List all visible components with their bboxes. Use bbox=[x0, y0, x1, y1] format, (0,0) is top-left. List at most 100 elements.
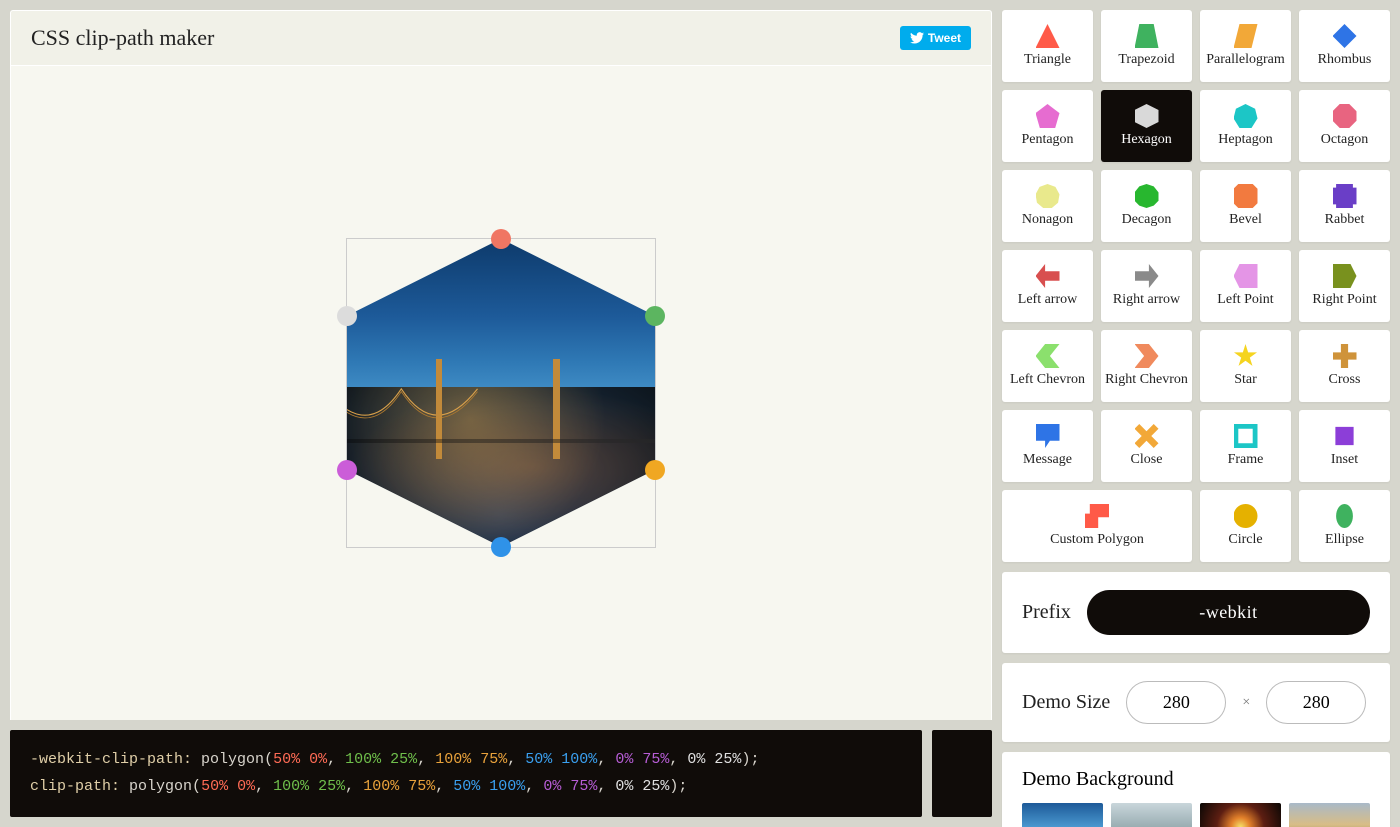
shape-left-point[interactable]: Left Point bbox=[1200, 250, 1291, 322]
shape-hexagon[interactable]: Hexagon bbox=[1101, 90, 1192, 162]
shape-label: Ellipse bbox=[1325, 532, 1364, 548]
shape-label: Heptagon bbox=[1218, 132, 1272, 148]
shape-message[interactable]: Message bbox=[1002, 410, 1093, 482]
demo-height-input[interactable] bbox=[1266, 681, 1366, 724]
shape-heptagon[interactable]: Heptagon bbox=[1200, 90, 1291, 162]
shape-pentagon[interactable]: Pentagon bbox=[1002, 90, 1093, 162]
shape-preview-icon bbox=[1036, 264, 1060, 288]
page-title: CSS clip-path maker bbox=[31, 25, 214, 51]
shape-rhombus[interactable]: Rhombus bbox=[1299, 10, 1390, 82]
shape-label: Parallelogram bbox=[1206, 52, 1285, 68]
shape-frame[interactable]: Frame bbox=[1200, 410, 1291, 482]
demo-width-input[interactable] bbox=[1126, 681, 1226, 724]
shape-label: Left Chevron bbox=[1010, 372, 1085, 388]
shape-preview-icon bbox=[1135, 264, 1159, 288]
shape-label: Frame bbox=[1228, 452, 1264, 468]
bg-thumbs bbox=[1022, 803, 1370, 827]
shape-preview-icon bbox=[1234, 24, 1258, 48]
shape-preview-icon bbox=[1333, 504, 1357, 528]
shape-preview-icon bbox=[1036, 424, 1060, 448]
demo-background-panel: Demo Background bbox=[1002, 752, 1390, 827]
code-line-prefixed: -webkit-clip-path: polygon(50% 0%, 100% … bbox=[30, 746, 902, 774]
shape-right-chevron[interactable]: Right Chevron bbox=[1101, 330, 1192, 402]
canvas-area[interactable] bbox=[10, 66, 992, 720]
shape-grid: Triangle Trapezoid Parallelogram Rhombus Pen… bbox=[1002, 10, 1390, 562]
shape-close[interactable]: Close bbox=[1101, 410, 1192, 482]
shape-decagon[interactable]: Decagon bbox=[1101, 170, 1192, 242]
shape-label: Right Chevron bbox=[1105, 372, 1188, 388]
shape-label: Nonagon bbox=[1022, 212, 1073, 228]
shape-label: Circle bbox=[1228, 532, 1262, 548]
shape-star[interactable]: Star bbox=[1200, 330, 1291, 402]
shape-label: Pentagon bbox=[1021, 132, 1073, 148]
shape-ellipse[interactable]: Ellipse bbox=[1299, 490, 1390, 562]
shape-label: Hexagon bbox=[1121, 132, 1172, 148]
shape-preview-icon bbox=[1036, 184, 1060, 208]
clip-box bbox=[346, 238, 656, 548]
shape-label: Custom Polygon bbox=[1050, 532, 1144, 548]
shape-preview-icon bbox=[1234, 504, 1258, 528]
shape-label: Right arrow bbox=[1113, 292, 1180, 308]
shape-preview-icon bbox=[1135, 24, 1159, 48]
shape-preview-icon bbox=[1036, 104, 1060, 128]
shape-label: Trapezoid bbox=[1118, 52, 1174, 68]
code-output[interactable]: -webkit-clip-path: polygon(50% 0%, 100% … bbox=[10, 730, 922, 818]
shape-custom-polygon[interactable]: Custom Polygon bbox=[1002, 490, 1192, 562]
shape-preview-icon bbox=[1234, 184, 1258, 208]
demo-size-panel: Demo Size × bbox=[1002, 663, 1390, 742]
shape-right-point[interactable]: Right Point bbox=[1299, 250, 1390, 322]
shape-circle[interactable]: Circle bbox=[1200, 490, 1291, 562]
prefix-label: Prefix bbox=[1022, 601, 1071, 624]
clip-handle-3[interactable] bbox=[491, 537, 511, 557]
shape-label: Octagon bbox=[1321, 132, 1368, 148]
shape-cross[interactable]: Cross bbox=[1299, 330, 1390, 402]
shape-label: Message bbox=[1023, 452, 1072, 468]
size-separator: × bbox=[1242, 695, 1250, 711]
clip-handle-2[interactable] bbox=[645, 460, 665, 480]
clip-handle-0[interactable] bbox=[491, 229, 511, 249]
shape-label: Star bbox=[1234, 372, 1257, 388]
shape-label: Left Point bbox=[1217, 292, 1273, 308]
shape-label: Cross bbox=[1329, 372, 1361, 388]
code-side-panel[interactable] bbox=[932, 730, 992, 818]
shape-preview-icon bbox=[1234, 344, 1258, 368]
twitter-icon bbox=[910, 32, 924, 44]
prefix-toggle[interactable]: -webkit bbox=[1087, 590, 1370, 635]
shape-inset[interactable]: Inset bbox=[1299, 410, 1390, 482]
clip-handle-4[interactable] bbox=[337, 460, 357, 480]
shape-left-chevron[interactable]: Left Chevron bbox=[1002, 330, 1093, 402]
shape-parallelogram[interactable]: Parallelogram bbox=[1200, 10, 1291, 82]
shape-preview-icon bbox=[1234, 104, 1258, 128]
shape-preview-icon bbox=[1135, 344, 1159, 368]
bg-thumb-0[interactable] bbox=[1022, 803, 1103, 827]
shape-preview-icon bbox=[1036, 344, 1060, 368]
shape-left-arrow[interactable]: Left arrow bbox=[1002, 250, 1093, 322]
shape-label: Rabbet bbox=[1325, 212, 1365, 228]
shape-label: Close bbox=[1131, 452, 1163, 468]
bg-thumb-1[interactable] bbox=[1111, 803, 1192, 827]
shape-preview-icon bbox=[1085, 504, 1109, 528]
clip-handle-1[interactable] bbox=[645, 306, 665, 326]
shape-preview-icon bbox=[1333, 424, 1357, 448]
shape-trapezoid[interactable]: Trapezoid bbox=[1101, 10, 1192, 82]
shape-octagon[interactable]: Octagon bbox=[1299, 90, 1390, 162]
shape-label: Triangle bbox=[1024, 52, 1071, 68]
prefix-panel: Prefix -webkit bbox=[1002, 572, 1390, 653]
shape-preview-icon bbox=[1036, 24, 1060, 48]
clip-handle-5[interactable] bbox=[337, 306, 357, 326]
shape-preview-icon bbox=[1333, 344, 1357, 368]
bg-thumb-3[interactable] bbox=[1289, 803, 1370, 827]
bg-thumb-2[interactable] bbox=[1200, 803, 1281, 827]
shape-preview-icon bbox=[1333, 184, 1357, 208]
shape-preview-icon bbox=[1135, 104, 1159, 128]
shape-bevel[interactable]: Bevel bbox=[1200, 170, 1291, 242]
shape-rabbet[interactable]: Rabbet bbox=[1299, 170, 1390, 242]
shape-nonagon[interactable]: Nonagon bbox=[1002, 170, 1093, 242]
shape-label: Rhombus bbox=[1318, 52, 1372, 68]
shape-preview-icon bbox=[1333, 24, 1357, 48]
tweet-button[interactable]: Tweet bbox=[900, 26, 971, 50]
shape-preview-icon bbox=[1234, 264, 1258, 288]
shape-triangle[interactable]: Triangle bbox=[1002, 10, 1093, 82]
shape-preview-icon bbox=[1135, 184, 1159, 208]
shape-right-arrow[interactable]: Right arrow bbox=[1101, 250, 1192, 322]
